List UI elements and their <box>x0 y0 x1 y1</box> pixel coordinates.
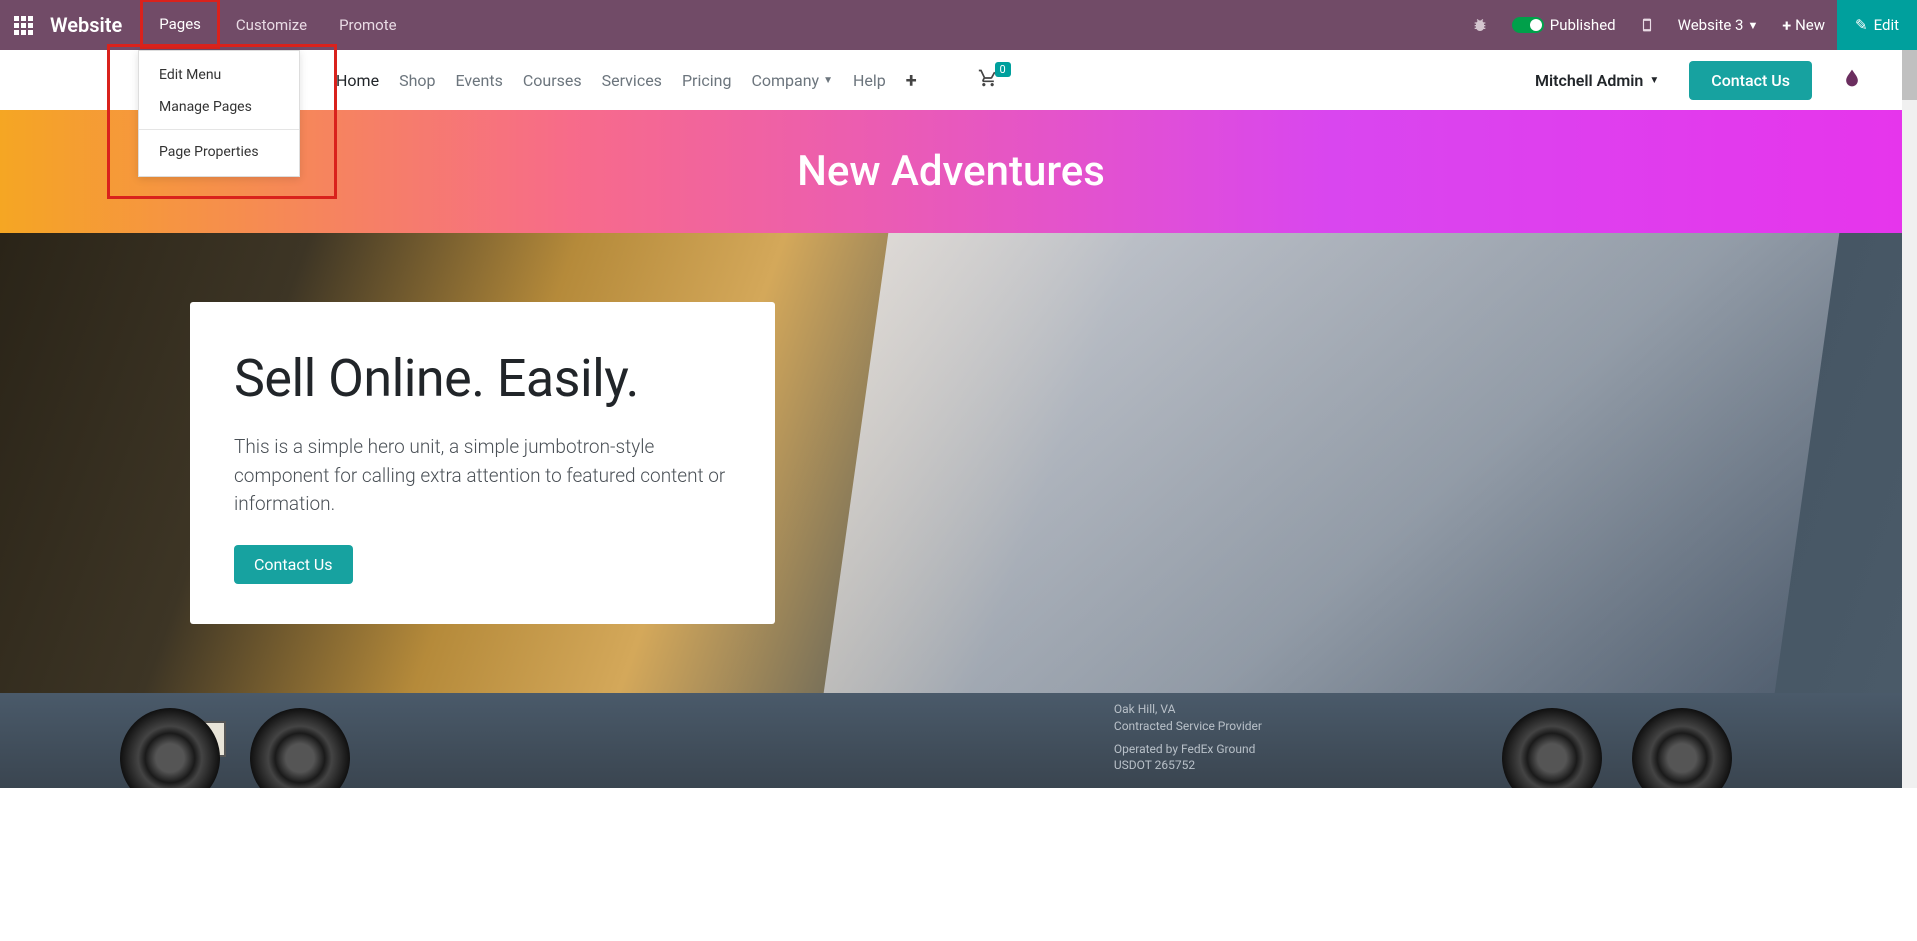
nav-pricing[interactable]: Pricing <box>682 71 732 90</box>
debug-icon[interactable] <box>1460 0 1500 50</box>
dropdown-page-properties[interactable]: Page Properties <box>139 136 299 168</box>
wheel-decoration <box>1502 708 1602 788</box>
edit-button[interactable]: ✎Edit <box>1837 0 1917 50</box>
wheel-decoration <box>120 708 220 788</box>
publish-toggle[interactable]: Published <box>1500 0 1628 50</box>
truck-side-text: Oak Hill, VA Contracted Service Provider… <box>1114 701 1262 774</box>
dropdown-divider <box>139 129 299 130</box>
wheel-decoration <box>1632 708 1732 788</box>
cart-button[interactable]: 0 <box>977 68 999 92</box>
mobile-preview-icon[interactable] <box>1628 0 1666 50</box>
nav-company[interactable]: Company ▼ <box>751 71 833 90</box>
app-name[interactable]: Website <box>46 13 140 37</box>
background-image-truck: VIRGINIA VSK-6473 Oak Hill, VA Contracte… <box>0 693 1902 788</box>
menu-customize[interactable]: Customize <box>220 0 323 50</box>
menu-promote[interactable]: Promote <box>323 0 413 50</box>
editor-toolbar: Website Pages Customize Promote Publishe… <box>0 0 1917 50</box>
website-selector[interactable]: Website 3▼ <box>1666 0 1771 50</box>
jumbotron-card: Sell Online. Easily. This is a simple he… <box>190 302 775 624</box>
dropdown-manage-pages[interactable]: Manage Pages <box>139 91 299 123</box>
wheel-decoration <box>250 708 350 788</box>
apps-menu-icon[interactable] <box>0 0 46 50</box>
site-nav-right: Mitchell Admin▼ Contact Us <box>1535 61 1862 100</box>
chevron-down-icon: ▼ <box>1747 19 1758 32</box>
pages-dropdown: Edit Menu Manage Pages Page Properties <box>138 50 300 177</box>
cart-count-badge: 0 <box>995 62 1011 77</box>
nav-services[interactable]: Services <box>602 71 662 90</box>
add-page-icon[interactable]: + <box>906 68 917 92</box>
plus-icon: + <box>1782 16 1791 35</box>
contact-us-button[interactable]: Contact Us <box>1689 61 1812 100</box>
nav-home[interactable]: Home <box>336 71 379 90</box>
toolbar-right: Published Website 3▼ +New ✎Edit <box>1460 0 1917 50</box>
nav-events[interactable]: Events <box>455 71 502 90</box>
toolbar-menu: Pages Customize Promote <box>140 0 412 50</box>
toolbar-left: Website Pages Customize Promote <box>0 0 413 50</box>
card-body: This is a simple hero unit, a simple jum… <box>234 433 731 519</box>
nav-courses[interactable]: Courses <box>523 71 582 90</box>
menu-pages[interactable]: Pages <box>140 0 220 49</box>
card-heading: Sell Online. Easily. <box>234 348 731 409</box>
pencil-icon: ✎ <box>1855 16 1868 34</box>
scrollbar-thumb[interactable] <box>1902 50 1917 100</box>
card-cta-button[interactable]: Contact Us <box>234 545 353 584</box>
published-label: Published <box>1550 16 1616 34</box>
jumbotron-section: Sell Online. Easily. This is a simple he… <box>0 233 1902 693</box>
nav-shop[interactable]: Shop <box>399 71 435 90</box>
dropdown-edit-menu[interactable]: Edit Menu <box>139 59 299 91</box>
user-dropdown[interactable]: Mitchell Admin▼ <box>1535 71 1659 90</box>
theme-color-icon[interactable] <box>1842 65 1862 95</box>
hero-title: New Adventures <box>797 147 1105 196</box>
chevron-down-icon: ▼ <box>823 75 833 86</box>
chevron-down-icon: ▼ <box>1649 75 1659 86</box>
new-button[interactable]: +New <box>1770 0 1837 50</box>
nav-help[interactable]: Help <box>853 71 886 90</box>
vertical-scrollbar[interactable] <box>1902 50 1917 788</box>
